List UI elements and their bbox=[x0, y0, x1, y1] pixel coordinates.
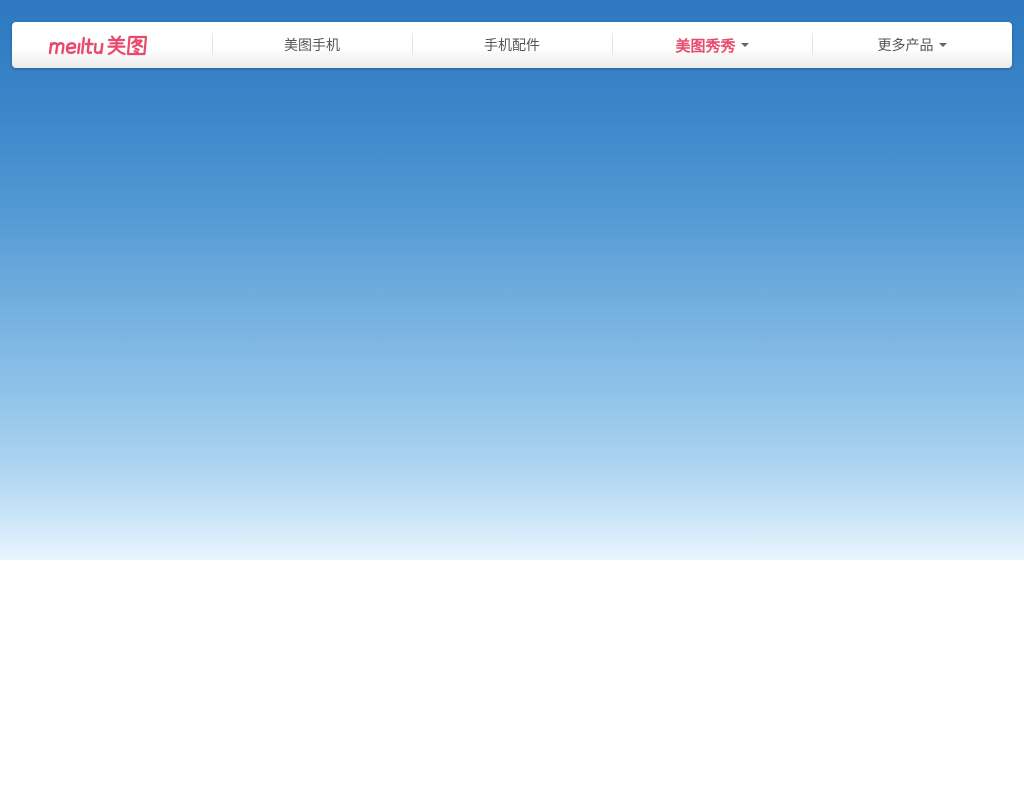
nav-cell-meitu-xiuxiu: 美图秀秀 bbox=[612, 22, 812, 68]
nav-item-meitu-xiuxiu[interactable]: 美图秀秀 bbox=[675, 35, 749, 56]
meitu-logo[interactable] bbox=[48, 34, 176, 56]
hero-banner bbox=[0, 0, 1024, 560]
meitu-logo-icon bbox=[48, 35, 148, 56]
nav-item-accessories[interactable]: 手机配件 bbox=[484, 35, 540, 55]
nav-item-more-products[interactable]: 更多产品 bbox=[878, 35, 947, 55]
caret-down-icon bbox=[740, 43, 749, 47]
logo-cell bbox=[12, 22, 212, 68]
nav-cell-meitu-phone: 美图手机 bbox=[212, 22, 412, 68]
caret-down-icon bbox=[938, 43, 947, 47]
top-navbar: 美图手机 手机配件 美图秀秀 更多产品 bbox=[12, 22, 1012, 68]
nav-item-label: 手机配件 bbox=[484, 38, 540, 54]
nav-item-meitu-phone[interactable]: 美图手机 bbox=[284, 35, 340, 55]
nav-item-label: 美图手机 bbox=[284, 38, 340, 54]
nav-item-label: 美图秀秀 bbox=[675, 36, 736, 55]
nav-cell-more-products: 更多产品 bbox=[812, 22, 1012, 68]
nav-cell-accessories: 手机配件 bbox=[412, 22, 612, 68]
nav-item-label: 更多产品 bbox=[877, 38, 934, 54]
